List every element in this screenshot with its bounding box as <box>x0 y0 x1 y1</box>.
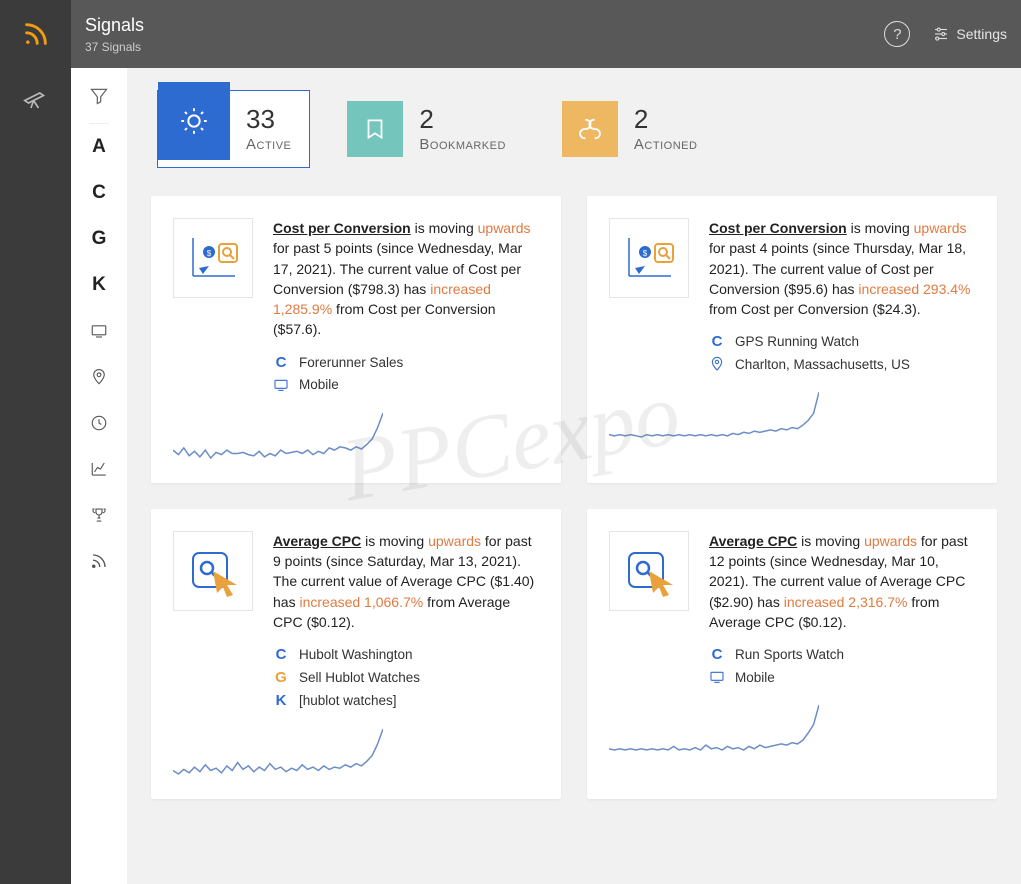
location-icon <box>709 356 725 372</box>
meta-row: C Forerunner Sales <box>273 354 537 371</box>
filter-rss-icon[interactable] <box>71 538 127 584</box>
metric-name: Average CPC <box>709 533 797 549</box>
help-icon[interactable]: ? <box>884 21 910 47</box>
device-icon <box>709 669 725 685</box>
card-description: Average CPC is moving upwards for past 1… <box>709 531 973 632</box>
card-thumb <box>173 531 253 611</box>
filter-time-icon[interactable] <box>71 400 127 446</box>
tag-K: K <box>273 692 289 709</box>
signal-card[interactable]: $ Cost per Conversion is moving upwards f… <box>151 196 561 483</box>
tag-C: C <box>273 646 289 663</box>
stat-actioned[interactable]: 2 Actioned <box>561 90 717 168</box>
device-icon <box>273 377 289 393</box>
tag-C: C <box>709 333 725 350</box>
tag-G: G <box>273 669 289 686</box>
meta-text: Mobile <box>735 670 775 685</box>
filter-letter-K[interactable]: K <box>71 262 127 308</box>
meta-text: [hublot watches] <box>299 693 397 708</box>
stat-actioned-label: Actioned <box>634 136 698 153</box>
stat-actioned-count: 2 <box>634 106 698 132</box>
funnel-icon <box>89 86 109 106</box>
page-subtitle: 37 Signals <box>85 40 144 54</box>
increase-word: increased 2,316.7% <box>784 594 908 610</box>
meta-row: C Run Sports Watch <box>709 646 973 663</box>
sparkline-chart <box>609 703 973 763</box>
app-logo <box>22 0 50 68</box>
stat-bookmarked-count: 2 <box>419 106 506 132</box>
meta-text: Mobile <box>299 377 339 392</box>
stat-active-label: Active <box>246 136 291 153</box>
filter-letter-C[interactable]: C <box>71 170 127 216</box>
meta-text: Hubolt Washington <box>299 647 413 662</box>
metric-name: Cost per Conversion <box>273 220 411 236</box>
stat-bookmarked-label: Bookmarked <box>419 136 506 153</box>
tag-C: C <box>273 354 289 371</box>
card-thumb <box>609 531 689 611</box>
meta-text: GPS Running Watch <box>735 334 859 349</box>
filter-trophy-icon[interactable] <box>71 492 127 538</box>
svg-text:$: $ <box>207 249 212 258</box>
meta-text: Forerunner Sales <box>299 355 403 370</box>
meta-row: Charlton, Massachusetts, US <box>709 356 973 372</box>
filter-device-icon[interactable] <box>71 308 127 354</box>
sparkline-chart <box>173 727 537 787</box>
page-title: Signals <box>85 15 144 36</box>
stat-active[interactable]: 33 Active <box>157 90 310 168</box>
direction-word: upwards <box>478 220 531 236</box>
filter-trend-icon[interactable] <box>71 446 127 492</box>
card-thumb: $ <box>173 218 253 298</box>
meta-row: C Hubolt Washington <box>273 646 537 663</box>
filter-letter-A[interactable]: A <box>71 124 127 170</box>
direction-word: upwards <box>428 533 481 549</box>
meta-text: Charlton, Massachusetts, US <box>735 357 910 372</box>
filter-location-icon[interactable] <box>71 354 127 400</box>
left-rail <box>0 0 71 884</box>
actioned-icon <box>562 101 618 157</box>
meta-text: Sell Hublot Watches <box>299 670 420 685</box>
lightbulb-icon <box>158 82 230 160</box>
filter-letter-G[interactable]: G <box>71 216 127 262</box>
card-meta: C Run Sports Watch Mobile <box>709 646 973 685</box>
meta-row: K [hublot watches] <box>273 692 537 709</box>
card-meta: C Forerunner Sales Mobile <box>273 354 537 393</box>
tag-C: C <box>709 646 725 663</box>
signal-card[interactable]: $ Cost per Conversion is moving upwards f… <box>587 196 997 483</box>
meta-row: Mobile <box>273 377 537 393</box>
stat-bookmarked[interactable]: 2 Bookmarked <box>346 90 525 168</box>
metric-name: Cost per Conversion <box>709 220 847 236</box>
settings-button[interactable]: Settings <box>932 25 1007 43</box>
rail-telescope-icon[interactable] <box>0 68 71 128</box>
settings-icon <box>932 25 950 43</box>
card-description: Cost per Conversion is moving upwards fo… <box>709 218 973 319</box>
sparkline-chart <box>609 390 973 450</box>
card-meta: C Hubolt Washington G Sell Hublot Watches K [… <box>273 646 537 709</box>
signal-card[interactable]: Average CPC is moving upwards for past 1… <box>587 509 997 799</box>
filter-funnel-button[interactable] <box>89 68 109 124</box>
svg-text:$: $ <box>643 249 648 258</box>
meta-text: Run Sports Watch <box>735 647 844 662</box>
cards-grid: $ Cost per Conversion is moving upwards f… <box>151 196 997 799</box>
sparkline-chart <box>173 411 537 471</box>
meta-row: G Sell Hublot Watches <box>273 669 537 686</box>
card-description: Cost per Conversion is moving upwards fo… <box>273 218 537 340</box>
stat-row: 33 Active 2 Bookmarked <box>151 90 997 168</box>
signal-card[interactable]: Average CPC is moving upwards for past 9… <box>151 509 561 799</box>
meta-row: Mobile <box>709 669 973 685</box>
meta-row: C GPS Running Watch <box>709 333 973 350</box>
settings-label: Settings <box>956 26 1007 42</box>
direction-word: upwards <box>864 533 917 549</box>
filter-sidebar: A C G K <box>71 68 127 884</box>
card-thumb: $ <box>609 218 689 298</box>
card-meta: C GPS Running Watch Charlton, Massachusett… <box>709 333 973 372</box>
increase-word: increased 293.4% <box>858 281 970 297</box>
direction-word: upwards <box>914 220 967 236</box>
bookmark-icon <box>347 101 403 157</box>
increase-word: increased 1,066.7% <box>299 594 423 610</box>
stat-active-count: 33 <box>246 106 291 132</box>
card-description: Average CPC is moving upwards for past 9… <box>273 531 537 632</box>
metric-name: Average CPC <box>273 533 361 549</box>
main-content: 33 Active 2 Bookmarked <box>127 68 1021 884</box>
topbar: Signals 37 Signals ? Settings <box>71 0 1021 68</box>
